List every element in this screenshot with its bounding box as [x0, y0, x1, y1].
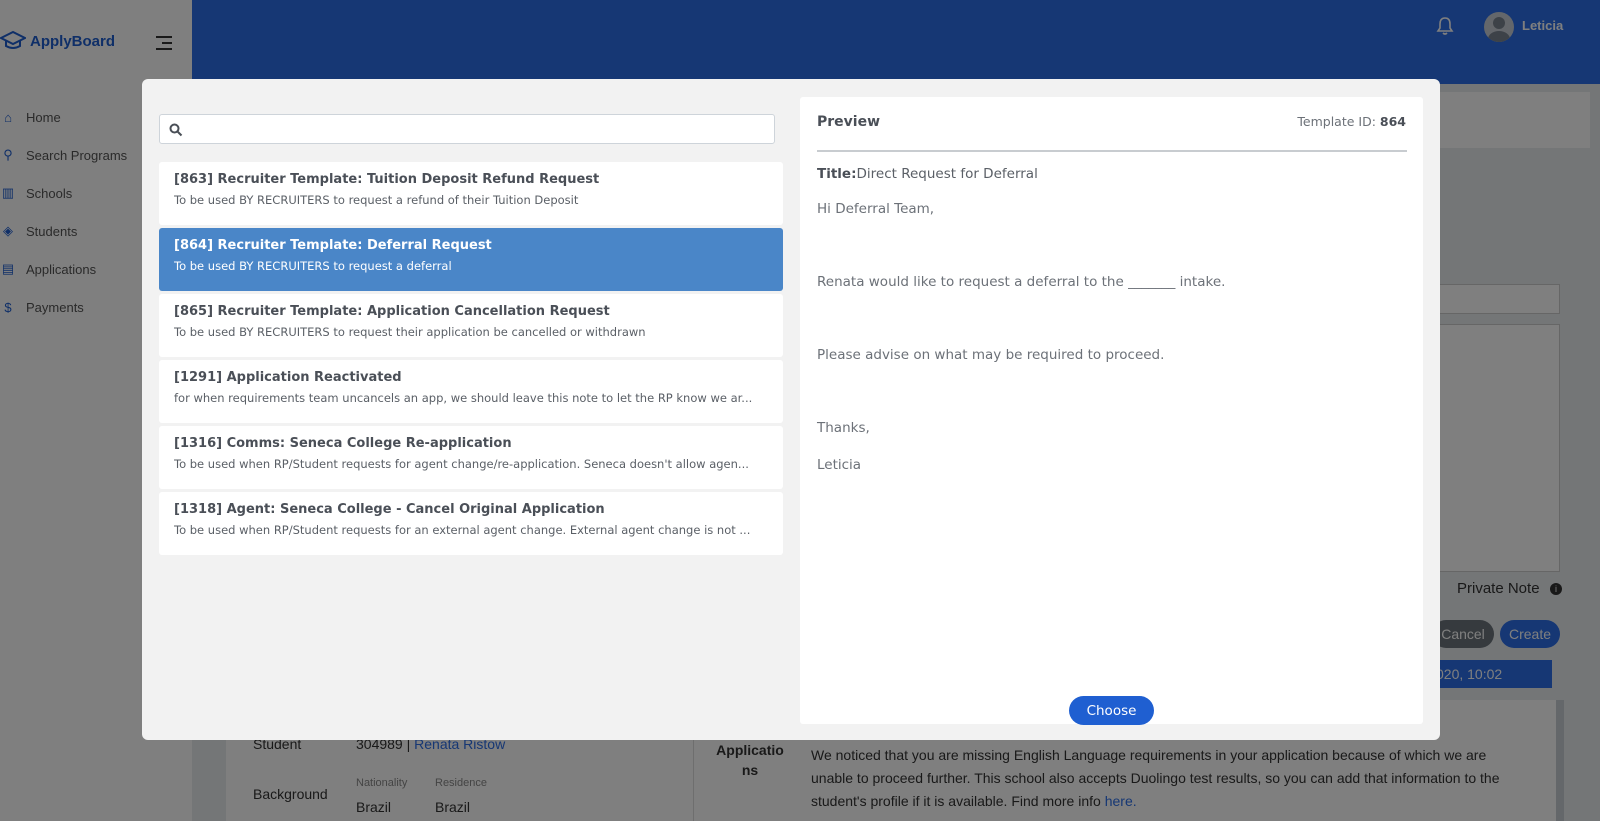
template-list-item[interactable]: [1318] Agent: Seneca College - Cancel Or… — [159, 492, 783, 555]
template-description: To be used BY RECRUITERS to request a re… — [174, 193, 579, 207]
template-title: [1318] Agent: Seneca College - Cancel Or… — [174, 502, 605, 517]
template-list-item[interactable]: [1291] Application Reactivated for when r… — [159, 360, 783, 423]
template-description: for when requirements team uncancels an … — [174, 391, 753, 405]
template-list-item[interactable]: [864] Recruiter Template: Deferral Reque… — [159, 228, 783, 291]
template-description: To be used when RP/Student requests for … — [174, 523, 751, 537]
preview-body-line: Renata would like to request a deferral … — [817, 274, 1226, 290]
template-list-item[interactable]: [1316] Comms: Seneca College Re-applicat… — [159, 426, 783, 489]
preview-body-line: Leticia — [817, 457, 862, 473]
preview-heading: Preview — [817, 114, 881, 130]
template-title: [864] Recruiter Template: Deferral Reque… — [174, 238, 492, 253]
template-title: [1291] Application Reactivated — [174, 370, 402, 385]
template-description: To be used BY RECRUITERS to request thei… — [174, 325, 646, 339]
template-preview: Preview Template ID: 864 Title:Direct Re… — [800, 97, 1423, 725]
choose-button[interactable]: Choose — [1069, 696, 1154, 725]
preview-divider — [817, 150, 1407, 152]
preview-title-value: Direct Request for Deferral — [856, 166, 1038, 182]
template-search-box — [159, 114, 775, 144]
template-picker-modal: [863] Recruiter Template: Tuition Deposi… — [142, 79, 1440, 740]
template-id-value: 864 — [1379, 114, 1406, 129]
preview-title-label: Title: — [817, 166, 857, 182]
preview-body-line: Hi Deferral Team, — [817, 201, 935, 217]
preview-body-line: Thanks, — [817, 420, 870, 436]
template-description: To be used when RP/Student requests for … — [174, 457, 749, 471]
template-title: [863] Recruiter Template: Tuition Deposi… — [174, 172, 600, 187]
template-description: To be used BY RECRUITERS to request a de… — [174, 259, 452, 273]
preview-title: Title:Direct Request for Deferral — [817, 166, 1038, 182]
search-icon — [169, 123, 183, 137]
template-list: [863] Recruiter Template: Tuition Deposi… — [159, 162, 783, 558]
template-search-input[interactable] — [190, 119, 766, 139]
template-list-item[interactable]: [863] Recruiter Template: Tuition Deposi… — [159, 162, 783, 225]
template-title: [1316] Comms: Seneca College Re-applicat… — [174, 436, 512, 451]
template-list-item[interactable]: [865] Recruiter Template: Application Ca… — [159, 294, 783, 357]
template-id-label: Template ID: — [1297, 114, 1376, 129]
template-id: Template ID: 864 — [1297, 114, 1406, 129]
preview-body-line: Please advise on what may be required to… — [817, 347, 1165, 363]
template-title: [865] Recruiter Template: Application Ca… — [174, 304, 610, 319]
